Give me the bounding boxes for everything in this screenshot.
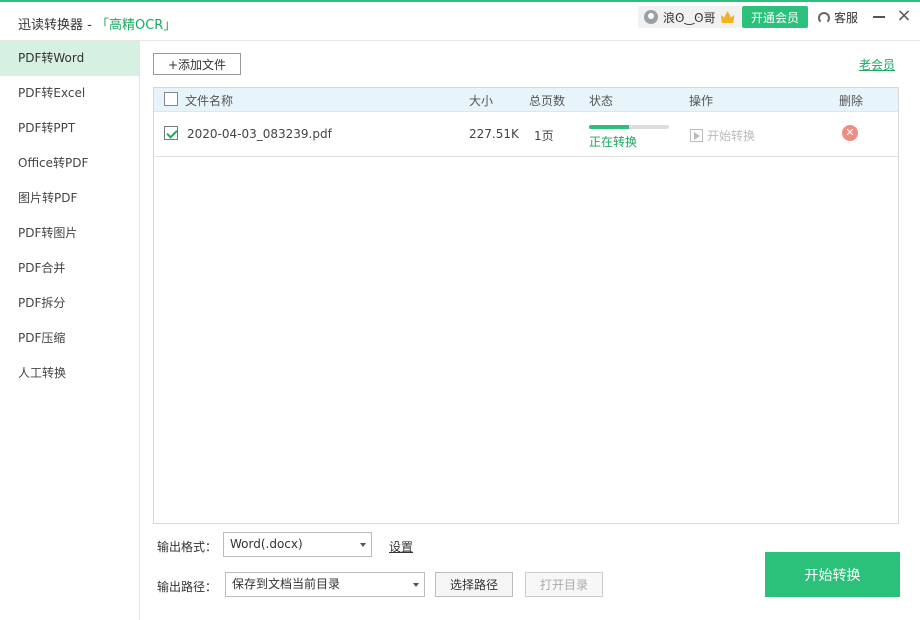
user-info[interactable]: 浪ʘ‿ʘ哥	[638, 6, 741, 28]
chevron-down-icon	[413, 583, 419, 587]
crown-icon	[721, 11, 735, 23]
app-title: 迅读转换器 - 「高精OCR」	[18, 14, 176, 33]
customer-service-button[interactable]: 客服	[818, 9, 858, 26]
play-icon	[690, 129, 703, 142]
progress-fill	[589, 125, 629, 129]
header-pages: 总页数	[529, 92, 565, 109]
close-icon[interactable]: ×	[896, 6, 912, 26]
sidebar: PDF转Word PDF转Excel PDF转PPT Office转PDF 图片…	[0, 41, 140, 620]
sidebar-item-pdf-to-image[interactable]: PDF转图片	[0, 216, 139, 251]
status-text: 正在转换	[589, 133, 637, 150]
sidebar-item-office-to-pdf[interactable]: Office转PDF	[0, 146, 139, 181]
file-size: 227.51K	[469, 127, 519, 141]
output-path-select[interactable]: 保存到文档当前目录	[225, 572, 425, 597]
table-header: 文件名称 大小 总页数 状态 操作 删除	[154, 88, 898, 112]
sidebar-item-pdf-to-ppt[interactable]: PDF转PPT	[0, 111, 139, 146]
header-size: 大小	[469, 92, 493, 109]
vip-button[interactable]: 开通会员	[742, 6, 808, 28]
app-name: 迅读转换器 -	[18, 18, 96, 33]
header-action: 操作	[689, 92, 713, 109]
start-convert-button[interactable]: 开始转换	[765, 552, 900, 597]
page-count: 1页	[534, 127, 554, 144]
table-row[interactable]: 2020-04-03_083239.pdf 227.51K 1页 正在转换 开始…	[154, 112, 898, 157]
action-label: 开始转换	[707, 127, 755, 144]
service-label: 客服	[834, 9, 858, 26]
header-delete: 删除	[839, 92, 863, 109]
conversion-progress-bar	[589, 125, 669, 129]
sidebar-item-pdf-to-word[interactable]: PDF转Word	[0, 41, 139, 76]
open-directory-button[interactable]: 打开目录	[525, 572, 603, 597]
sidebar-item-pdf-split[interactable]: PDF拆分	[0, 286, 139, 321]
sidebar-item-manual-convert[interactable]: 人工转换	[0, 356, 139, 391]
sidebar-item-pdf-to-excel[interactable]: PDF转Excel	[0, 76, 139, 111]
settings-link[interactable]: 设置	[389, 538, 413, 555]
user-name: 浪ʘ‿ʘ哥	[663, 9, 716, 26]
delete-icon[interactable]: ✕	[842, 125, 858, 141]
title-bar: 迅读转换器 - 「高精OCR」 浪ʘ‿ʘ哥 开通会员 客服 ×	[0, 0, 920, 41]
sidebar-item-pdf-merge[interactable]: PDF合并	[0, 251, 139, 286]
old-member-link[interactable]: 老会员	[859, 56, 895, 73]
row-checkbox[interactable]	[164, 126, 178, 140]
start-convert-row-button[interactable]: 开始转换	[690, 127, 755, 144]
header-status: 状态	[589, 92, 613, 109]
headset-icon	[818, 12, 830, 24]
chevron-down-icon	[360, 543, 366, 547]
output-format-label: 输出格式：	[157, 538, 217, 555]
sidebar-item-pdf-compress[interactable]: PDF压缩	[0, 321, 139, 356]
minimize-icon[interactable]	[873, 16, 885, 18]
add-file-button[interactable]: +添加文件	[153, 53, 241, 75]
choose-path-button[interactable]: 选择路径	[435, 572, 513, 597]
output-format-value: Word(.docx)	[230, 537, 303, 551]
header-name: 文件名称	[185, 92, 233, 109]
sidebar-item-image-to-pdf[interactable]: 图片转PDF	[0, 181, 139, 216]
file-table: 文件名称 大小 总页数 状态 操作 删除 2020-04-03_083239.p…	[153, 87, 899, 524]
avatar-icon	[644, 10, 658, 24]
output-path-value: 保存到文档当前目录	[232, 577, 340, 591]
select-all-checkbox[interactable]	[164, 92, 178, 106]
file-name: 2020-04-03_083239.pdf	[187, 127, 332, 141]
output-format-select[interactable]: Word(.docx)	[223, 532, 372, 557]
output-path-label: 输出路径：	[157, 578, 217, 595]
ocr-badge: 「高精OCR」	[96, 18, 176, 33]
